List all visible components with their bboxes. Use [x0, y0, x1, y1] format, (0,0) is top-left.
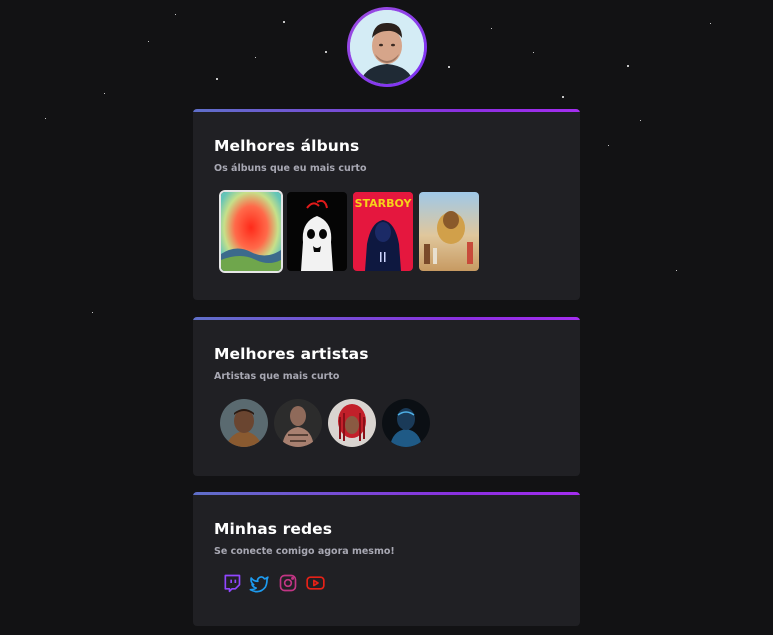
album-cover-starboy-icon[interactable]: STARBOY	[353, 192, 413, 271]
artist-photo-4-icon[interactable]	[382, 399, 430, 447]
youtube-icon[interactable]	[305, 572, 326, 593]
artist-photo-3-icon[interactable]	[328, 399, 376, 447]
album-cover-black-white-icon[interactable]	[287, 192, 347, 271]
social-card: Minhas redes Se conecte comigo agora mes…	[193, 492, 580, 626]
user-photo-icon	[350, 10, 424, 84]
social-links	[221, 572, 559, 593]
artist-photo-2-icon[interactable]	[274, 399, 322, 447]
instagram-icon[interactable]	[277, 572, 298, 593]
artists-list	[220, 399, 559, 447]
album-cover-red-gradient-icon[interactable]	[221, 192, 281, 271]
profile-avatar	[347, 7, 427, 87]
albums-title: Melhores álbuns	[214, 137, 360, 155]
social-title: Minhas redes	[214, 520, 333, 538]
twitter-icon[interactable]	[249, 572, 270, 593]
artists-title: Melhores artistas	[214, 345, 369, 363]
albums-card: Melhores álbuns Os álbuns que eu mais cu…	[193, 109, 580, 300]
starboy-cover-text: STARBOY	[355, 197, 413, 210]
artist-photo-1-icon[interactable]	[220, 399, 268, 447]
twitch-icon[interactable]	[221, 572, 242, 593]
artists-card: Melhores artistas Artistas que mais curt…	[193, 317, 580, 476]
albums-list: STARBOY	[221, 192, 559, 271]
album-cover-desert-icon[interactable]	[419, 192, 479, 271]
artists-subtitle: Artistas que mais curto	[214, 371, 340, 382]
social-subtitle: Se conecte comigo agora mesmo!	[214, 546, 395, 557]
albums-subtitle: Os álbuns que eu mais curto	[214, 163, 367, 174]
